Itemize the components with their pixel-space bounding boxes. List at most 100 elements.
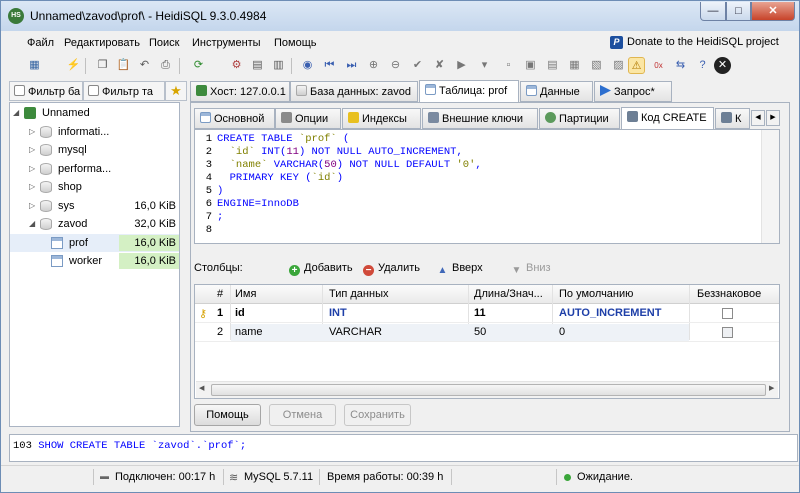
menu-help[interactable]: Помощь	[274, 37, 317, 49]
copy-icon[interactable]: ❐	[94, 57, 111, 74]
prev-record-icon[interactable]: ⏮	[321, 57, 338, 74]
cell-type[interactable]: VARCHAR	[329, 326, 382, 338]
cell-type[interactable]: INT	[329, 307, 347, 319]
tab-database[interactable]: База данных: zavod	[290, 81, 418, 102]
scroll-right-icon[interactable]: ▶	[769, 384, 774, 392]
cancel-edit-icon[interactable]: ✘	[431, 57, 448, 74]
unsigned-checkbox[interactable]	[722, 327, 733, 338]
refresh-icon[interactable]: ⟳	[190, 57, 207, 74]
table-filter-tab[interactable]: Фильтр та	[83, 81, 165, 101]
scrollbar-thumb[interactable]	[211, 384, 766, 396]
tab-scroll-left-icon[interactable]: ◀	[751, 110, 765, 126]
table-row[interactable]: 2 name VARCHAR 50 0	[195, 323, 779, 342]
menu-edit[interactable]: Редактировать	[64, 37, 140, 49]
format-icon[interactable]: ▧	[588, 57, 605, 74]
tab-indexes[interactable]: Индексы	[342, 108, 421, 129]
save-button[interactable]: Сохранить	[344, 404, 411, 426]
close-button[interactable]: ✕	[751, 2, 795, 21]
collapse-arrow-icon[interactable]: ◢	[29, 215, 35, 233]
tab-alter-code[interactable]: К	[715, 108, 750, 129]
grid-horizontal-scrollbar[interactable]: ◀ ▶	[196, 381, 778, 398]
tree-splitter[interactable]	[180, 102, 188, 427]
cell-num[interactable]: 1	[217, 307, 223, 319]
tree-item-worker[interactable]: worker 16,0 KiB	[10, 252, 179, 270]
cell-default[interactable]: 0	[559, 326, 565, 338]
maximize-button[interactable]: □	[726, 2, 751, 21]
find-icon[interactable]: ▨	[610, 57, 627, 74]
user-manager-icon[interactable]: ⚙	[228, 57, 245, 74]
tab-query[interactable]: Запрос*	[594, 81, 672, 102]
favorites-star-icon[interactable]: ★	[165, 81, 187, 101]
data-view-icon[interactable]: ⇆	[672, 57, 689, 74]
remove-column-button[interactable]: − Удалить	[363, 262, 420, 276]
tab-options[interactable]: Опции	[275, 108, 341, 129]
table-row[interactable]: ⚷ 1 id INT 11 AUTO_INCREMENT	[195, 304, 779, 323]
cell-num[interactable]: 2	[217, 326, 223, 338]
expand-arrow-icon[interactable]: ▷	[29, 141, 35, 159]
tab-scroll-right-icon[interactable]: ▶	[766, 110, 780, 126]
tree-item-shop[interactable]: ▷ shop	[10, 178, 179, 196]
clear-log-icon[interactable]: 0x	[650, 57, 667, 74]
tab-basic[interactable]: Основной	[194, 108, 275, 129]
tree-item-performa[interactable]: ▷ performa...	[10, 160, 179, 178]
session-manager-icon[interactable]: ▦	[26, 57, 43, 74]
tree-item-unnamed[interactable]: ◢ Unnamed	[10, 104, 179, 122]
cell-name[interactable]: name	[235, 326, 263, 338]
tab-data[interactable]: Данные	[520, 81, 593, 102]
save-sql-icon[interactable]: ▣	[522, 57, 539, 74]
move-up-button[interactable]: ▲ Вверх	[437, 262, 483, 276]
scroll-left-icon[interactable]: ◀	[199, 384, 204, 392]
header-type[interactable]: Тип данных	[329, 288, 389, 300]
header-default[interactable]: По умолчанию	[559, 288, 633, 300]
unsigned-checkbox[interactable]	[722, 308, 733, 319]
db-filter-tab[interactable]: Фильтр ба	[9, 81, 83, 101]
tree-item-mysql[interactable]: ▷ mysql	[10, 141, 179, 159]
collapse-arrow-icon[interactable]: ◢	[13, 104, 19, 122]
exit-icon[interactable]: ✕	[714, 57, 731, 74]
tree-item-informati[interactable]: ▷ informati...	[10, 123, 179, 141]
create-code-editor[interactable]: 1 CREATE TABLE `prof` (2 `id` INT(11) NOT…	[194, 129, 780, 244]
run-options-icon[interactable]: ▾	[476, 57, 493, 74]
insert-record-icon[interactable]: ⊕	[365, 57, 382, 74]
menu-file[interactable]: Файл	[27, 37, 54, 49]
first-record-icon[interactable]: ◉	[299, 57, 316, 74]
tab-host[interactable]: Хост: 127.0.0.1	[190, 81, 290, 102]
post-icon[interactable]: ✔	[409, 57, 426, 74]
menu-search[interactable]: Поиск	[149, 37, 179, 49]
header-length[interactable]: Длина/Знач...	[474, 288, 543, 300]
paste-icon[interactable]: 📋	[115, 57, 132, 74]
expand-arrow-icon[interactable]: ▷	[29, 178, 35, 196]
tree-item-zavod[interactable]: ◢ zavod 32,0 KiB	[10, 215, 179, 233]
move-down-button[interactable]: ▼ Вниз	[511, 262, 551, 276]
expand-arrow-icon[interactable]: ▷	[29, 123, 35, 141]
snippet-icon[interactable]: ▦	[566, 57, 583, 74]
minimize-button[interactable]: —	[700, 2, 726, 21]
undo-icon[interactable]: ↶	[136, 57, 153, 74]
donate-link[interactable]: P Donate to the HeidiSQL project	[610, 36, 779, 49]
expand-arrow-icon[interactable]: ▷	[29, 197, 35, 215]
tree-item-prof[interactable]: prof 16,0 KiB	[10, 234, 179, 252]
header-name[interactable]: Имя	[235, 288, 256, 300]
disconnect-icon[interactable]: ⚡	[65, 57, 82, 74]
maintenance-icon[interactable]: ▤	[249, 57, 266, 74]
sql-log[interactable]: 103 SHOW CREATE TABLE `zavod`.`prof`;	[9, 434, 798, 462]
tab-create-code[interactable]: Код CREATE	[621, 107, 714, 130]
help-toolbar-icon[interactable]: ?	[694, 57, 711, 74]
add-column-button[interactable]: + Добавить	[289, 262, 353, 276]
menu-tools[interactable]: Инструменты	[192, 37, 261, 49]
cell-default[interactable]: AUTO_INCREMENT	[559, 307, 661, 319]
warning-icon[interactable]: ⚠	[628, 57, 645, 74]
help-button[interactable]: Помощь	[194, 404, 261, 426]
expand-arrow-icon[interactable]: ▷	[29, 160, 35, 178]
editor-scrollbar[interactable]	[761, 130, 779, 243]
header-unsigned[interactable]: Беззнаковое	[697, 288, 761, 300]
cell-length[interactable]: 11	[474, 307, 486, 319]
load-sql-icon[interactable]: ▤	[544, 57, 561, 74]
cell-length[interactable]: 50	[474, 326, 486, 338]
cancel-button[interactable]: Отмена	[269, 404, 336, 426]
explain-icon[interactable]: ▫	[500, 57, 517, 74]
delete-record-icon[interactable]: ⊖	[387, 57, 404, 74]
tab-table[interactable]: Таблица: prof	[419, 80, 519, 103]
header-num[interactable]: #	[217, 288, 223, 300]
tab-foreign-keys[interactable]: Внешние ключи	[422, 108, 538, 129]
